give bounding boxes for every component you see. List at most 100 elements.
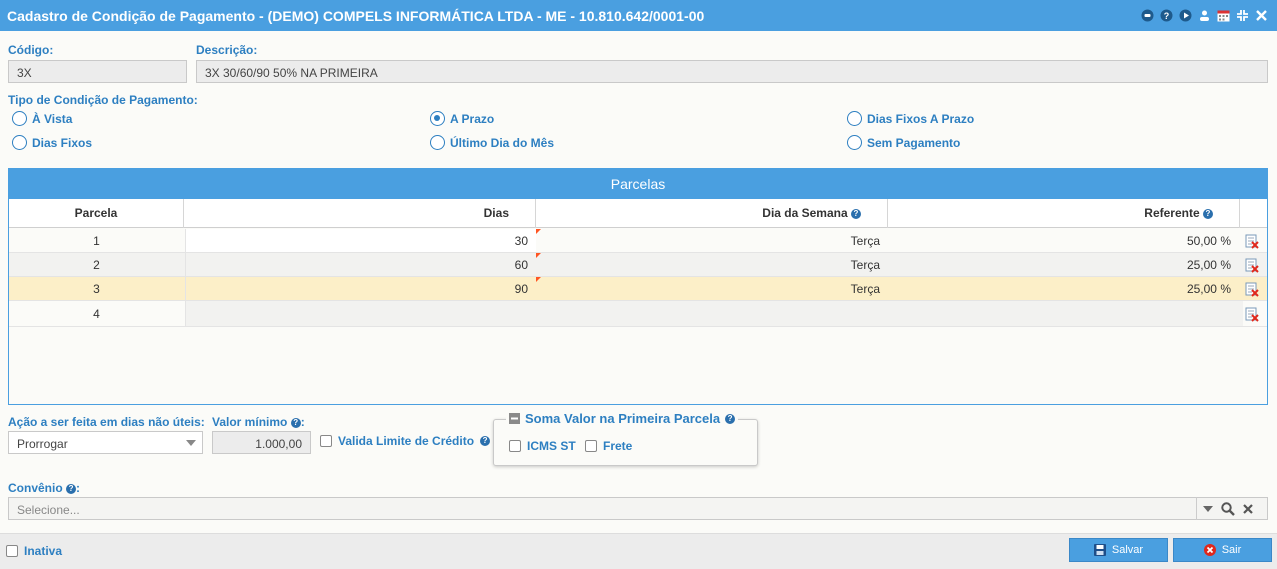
help-icon[interactable]: ? — [480, 436, 491, 446]
inativa-label: Inativa — [24, 544, 63, 558]
frete-label: Frete — [603, 439, 633, 453]
header-referente[interactable]: Referente ? — [888, 199, 1240, 228]
cell-referente[interactable]: 50,00 % — [888, 229, 1239, 252]
inativa-checkbox[interactable]: Inativa — [6, 544, 62, 558]
radio-circle — [12, 135, 27, 150]
cell-referente[interactable]: 25,00 % — [888, 277, 1239, 300]
svg-text:?: ? — [1164, 11, 1170, 21]
user-icon[interactable] — [1197, 8, 1212, 23]
radio-circle — [847, 111, 862, 126]
window-title: Cadastro de Condição de Pagamento - (DEM… — [7, 7, 705, 24]
clear-icon[interactable] — [1243, 503, 1253, 514]
convenio-label-text: Convênio — [8, 481, 63, 495]
cell-dias[interactable]: 30 — [185, 229, 536, 252]
valor-minimo-label-suffix: : — [300, 415, 305, 429]
cell-parcela: 1 — [93, 234, 100, 248]
cell-dias[interactable]: 90 — [185, 277, 536, 300]
cell-parcela: 3 — [93, 282, 100, 296]
cell-dias[interactable]: 60 — [185, 253, 536, 276]
convenio-actions — [1196, 497, 1253, 520]
valor-minimo-label-text: Valor mínimo — [212, 415, 288, 429]
acao-label: Ação a ser feita em dias não úteis: — [8, 415, 205, 429]
radio-a-vista[interactable]: À Vista — [12, 111, 72, 126]
help-icon[interactable]: ? — [1203, 208, 1213, 219]
header-referente-label: Referente — [1144, 206, 1200, 220]
checkbox-box — [6, 545, 18, 557]
convenio-label: Convênio ?: — [8, 481, 80, 495]
record-icon[interactable] — [1140, 8, 1155, 23]
header-dia-semana[interactable]: Dia da Semana ? — [536, 199, 888, 228]
radio-label: Dias Fixos — [32, 135, 93, 150]
header-dia-semana-label: Dia da Semana — [762, 206, 848, 220]
radio-dias-fixos-a-prazo[interactable]: Dias Fixos A Prazo — [847, 111, 974, 126]
cell-referente[interactable]: 25,00 % — [888, 253, 1239, 276]
grid-title: Parcelas — [9, 169, 1267, 199]
help-icon[interactable]: ? — [290, 417, 301, 428]
help-icon[interactable]: ? — [66, 483, 77, 494]
parcelas-grid: Parcelas Parcela Dias Dia da Semana ? Re… — [8, 168, 1268, 405]
collapse-icon[interactable] — [509, 413, 520, 424]
convenio-select[interactable]: Selecione... — [8, 497, 1268, 520]
help-icon[interactable]: ? — [851, 208, 861, 219]
valida-limite-checkbox[interactable]: Valida Limite de Crédito ? — [320, 434, 491, 448]
shrink-icon[interactable] — [1235, 8, 1250, 23]
save-label: Salvar — [1111, 544, 1144, 556]
table-row-selected[interactable]: 3 90 Terça 25,00 % — [9, 277, 1267, 301]
save-button[interactable]: Salvar — [1069, 538, 1168, 562]
window-titlebar: Cadastro de Condição de Pagamento - (DEM… — [0, 0, 1277, 31]
acao-select-value: Prorrogar — [17, 437, 68, 451]
close-icon[interactable] — [1254, 8, 1269, 23]
radio-label: À Vista — [32, 111, 73, 126]
calendar-icon[interactable] — [1216, 8, 1231, 23]
exit-icon — [1203, 544, 1216, 556]
codigo-label: Código: — [8, 43, 54, 57]
icms-st-checkbox[interactable]: ICMS ST — [509, 439, 576, 453]
radio-label: Sem Pagamento — [867, 135, 961, 150]
codigo-field[interactable]: 3X — [8, 60, 187, 83]
checkbox-box — [320, 435, 332, 447]
chevron-down-icon[interactable] — [1203, 505, 1213, 512]
valida-limite-label: Valida Limite de Crédito — [338, 434, 475, 448]
radio-label: Dias Fixos A Prazo — [867, 111, 975, 126]
descricao-field[interactable]: 3X 30/60/90 50% NA PRIMEIRA — [196, 60, 1268, 83]
radio-label: Último Dia do Mês — [450, 135, 555, 150]
valor-minimo-label: Valor mínimo ?: — [212, 415, 305, 429]
table-row[interactable]: 4 — [9, 301, 1267, 327]
radio-a-prazo[interactable]: A Prazo — [430, 111, 494, 126]
tipo-label: Tipo de Condição de Pagamento: — [8, 93, 198, 107]
chevron-down-icon — [186, 440, 196, 446]
convenio-label-suffix: : — [76, 481, 81, 495]
radio-label: A Prazo — [450, 111, 495, 126]
delete-row-icon[interactable] — [1245, 306, 1259, 329]
cell-dia-semana: Terça — [850, 258, 880, 272]
frete-checkbox[interactable]: Frete — [585, 439, 632, 453]
header-parcela[interactable]: Parcela — [9, 199, 184, 228]
checkbox-box — [509, 440, 521, 452]
cell-dia-semana: Terça — [850, 282, 880, 296]
radio-sem-pagamento[interactable]: Sem Pagamento — [847, 135, 960, 150]
convenio-placeholder: Selecione... — [17, 503, 80, 517]
floppy-icon — [1093, 544, 1106, 556]
soma-legend[interactable]: Soma Valor na Primeira Parcela ? — [506, 411, 739, 426]
cell-parcela: 2 — [93, 258, 100, 272]
soma-title: Soma Valor na Primeira Parcela — [525, 411, 721, 426]
cell-dias[interactable] — [185, 301, 1243, 326]
icms-st-label: ICMS ST — [527, 439, 576, 453]
checkbox-box — [585, 440, 597, 452]
radio-ultimo-dia[interactable]: Último Dia do Mês — [430, 135, 554, 150]
search-icon[interactable] — [1221, 501, 1235, 516]
header-dias[interactable]: Dias — [184, 199, 536, 228]
radio-circle — [12, 111, 27, 126]
table-row[interactable]: 1 30 Terça 50,00 % — [9, 229, 1267, 253]
exit-button[interactable]: Sair — [1173, 538, 1272, 562]
cell-parcela: 4 — [93, 307, 100, 321]
grid-header: Parcela Dias Dia da Semana ? Referente ? — [9, 199, 1267, 228]
radio-circle — [847, 135, 862, 150]
radio-dias-fixos[interactable]: Dias Fixos — [12, 135, 92, 150]
help-icon[interactable]: ? — [725, 413, 736, 424]
table-row[interactable]: 2 60 Terça 25,00 % — [9, 253, 1267, 277]
acao-select[interactable]: Prorrogar — [8, 431, 203, 454]
play-icon[interactable] — [1178, 8, 1193, 23]
valor-minimo-field[interactable]: 1.000,00 — [212, 431, 311, 454]
help-icon[interactable]: ? — [1159, 8, 1174, 23]
